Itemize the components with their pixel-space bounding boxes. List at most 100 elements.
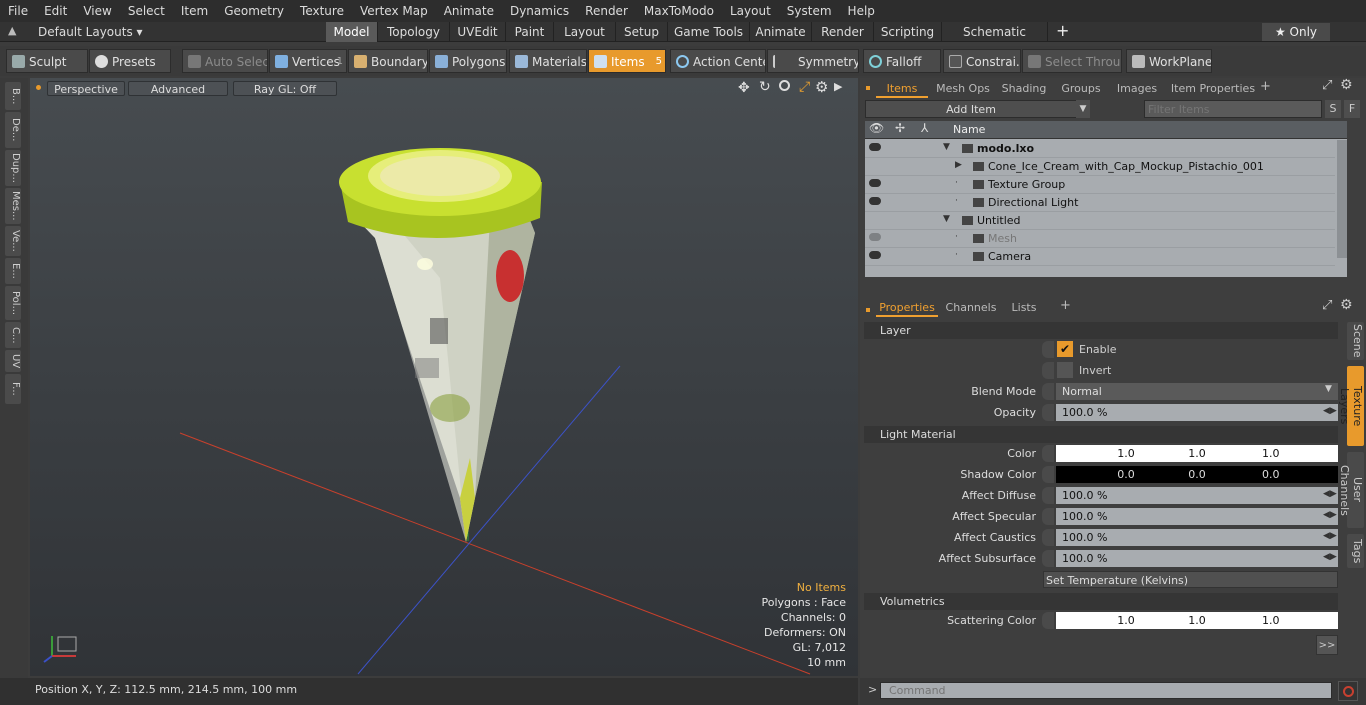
- eye-visible-icon[interactable]: [869, 143, 881, 151]
- eye-hidden-icon[interactable]: [869, 215, 881, 223]
- auto-select-button[interactable]: Auto Select: [182, 49, 268, 73]
- left-tab-uv[interactable]: UV: [5, 350, 21, 372]
- enable-checkbox[interactable]: ✔: [1057, 341, 1073, 357]
- opacity-field[interactable]: 100.0 %: [1056, 404, 1338, 421]
- side-tab-user-channels[interactable]: User Channels: [1338, 452, 1364, 528]
- presets-button[interactable]: Presets: [89, 49, 171, 73]
- add-item-dropdown-icon[interactable]: ▼: [1076, 100, 1090, 118]
- add-panel-tab-icon[interactable]: +: [1260, 79, 1271, 94]
- record-macro-icon[interactable]: [1338, 681, 1358, 701]
- left-tab-fusion[interactable]: F...: [5, 374, 21, 404]
- affect-diffuse-field[interactable]: 100.0 %: [1056, 487, 1338, 504]
- tab-items[interactable]: Items: [876, 80, 928, 98]
- tab-model[interactable]: Model: [326, 22, 378, 42]
- menu-vertex-map[interactable]: Vertex Map: [352, 0, 436, 22]
- menu-dynamics[interactable]: Dynamics: [502, 0, 577, 22]
- tab-render[interactable]: Render: [812, 22, 874, 42]
- menu-help[interactable]: Help: [840, 0, 883, 22]
- affect-subsurface-field[interactable]: 100.0 %: [1056, 550, 1338, 567]
- opacity-slider-icon[interactable]: ◀▶: [1323, 406, 1337, 416]
- filter-items-input[interactable]: [1144, 100, 1322, 118]
- menu-geometry[interactable]: Geometry: [216, 0, 292, 22]
- left-tab-vertex[interactable]: Ve...: [5, 226, 21, 256]
- menu-edit[interactable]: Edit: [36, 0, 75, 22]
- tab-scripting[interactable]: Scripting: [874, 22, 942, 42]
- tree-line-icon[interactable]: ·: [955, 178, 958, 188]
- left-tab-polygon[interactable]: Pol...: [5, 286, 21, 320]
- panel-menu-dot-icon[interactable]: [866, 86, 870, 90]
- item-tree-row[interactable]: · Camera: [865, 248, 1335, 266]
- item-tree-row[interactable]: ▶ Cone_Ice_Cream_with_Cap_Mockup_Pistachi…: [865, 158, 1335, 176]
- tab-topology[interactable]: Topology: [378, 22, 450, 42]
- add-tab-button[interactable]: +: [1056, 22, 1069, 40]
- affect-specular-slider-icon[interactable]: ◀▶: [1323, 510, 1337, 520]
- tab-schematic-fusion[interactable]: Schematic Fusion: [942, 22, 1048, 59]
- constraints-button[interactable]: Constrai...: [943, 49, 1021, 73]
- item-tree-row[interactable]: · Directional Light: [865, 194, 1335, 212]
- color-b[interactable]: 1.0: [1232, 445, 1338, 462]
- shadow-g[interactable]: 0.0: [1162, 466, 1232, 483]
- tab-uvedit[interactable]: UVEdit: [450, 22, 506, 42]
- affect-specular-field[interactable]: 100.0 %: [1056, 508, 1338, 525]
- left-tab-curve[interactable]: C...: [5, 322, 21, 348]
- item-tree-row[interactable]: · Mesh: [865, 230, 1335, 248]
- item-tree-row[interactable]: ▼ modo.lxo: [865, 140, 1335, 158]
- left-tab-edge[interactable]: E...: [5, 258, 21, 284]
- panel-expand-icon[interactable]: ⤢: [1322, 78, 1332, 93]
- item-tree-row[interactable]: · Texture Group: [865, 176, 1335, 194]
- name-column-header[interactable]: Name: [953, 121, 985, 139]
- eye-visible-icon[interactable]: [869, 179, 881, 187]
- tab-paint[interactable]: Paint: [506, 22, 554, 42]
- color-g[interactable]: 1.0: [1162, 445, 1232, 462]
- tab-item-properties[interactable]: Item Properties: [1168, 80, 1258, 98]
- tab-channels[interactable]: Channels: [944, 299, 998, 317]
- scattering-b[interactable]: 1.0: [1232, 612, 1338, 629]
- expand-arrow-icon[interactable]: ▼: [943, 214, 950, 224]
- materials-button[interactable]: Materials: [509, 49, 587, 73]
- eye-hidden-icon[interactable]: [869, 161, 881, 169]
- panel-gear-icon[interactable]: ⚙: [1340, 77, 1353, 93]
- select-through-button[interactable]: Select Through: [1022, 49, 1122, 73]
- tree-line-icon[interactable]: ▶: [955, 160, 962, 170]
- item-tree-row[interactable]: ▼ Untitled: [865, 212, 1335, 230]
- left-tab-basic[interactable]: B...: [5, 82, 21, 110]
- scattering-g[interactable]: 1.0: [1162, 612, 1232, 629]
- 3d-viewport[interactable]: Perspective Advanced Ray GL: Off ✥ ↻ ⤢ ⚙…: [30, 78, 858, 676]
- tab-lists[interactable]: Lists: [1004, 299, 1044, 317]
- tab-animate[interactable]: Animate: [750, 22, 812, 42]
- polygons-button[interactable]: Polygons: [429, 49, 507, 73]
- tree-line-icon[interactable]: ·: [955, 196, 958, 206]
- action-center-button[interactable]: Action Center: [670, 49, 766, 73]
- expand-arrow-icon[interactable]: ▼: [943, 142, 950, 152]
- props-gear-icon[interactable]: ⚙: [1340, 297, 1353, 313]
- items-button[interactable]: Items 5: [588, 49, 666, 73]
- tree-line-icon[interactable]: ·: [955, 250, 958, 260]
- affect-subsurface-slider-icon[interactable]: ◀▶: [1323, 552, 1337, 562]
- collapse-up-icon[interactable]: ▲: [8, 24, 16, 37]
- tab-layout[interactable]: Layout: [554, 22, 616, 42]
- tree-line-icon[interactable]: ·: [955, 232, 958, 242]
- invert-checkbox[interactable]: [1057, 362, 1073, 378]
- props-expand-icon[interactable]: ⤢: [1322, 298, 1332, 313]
- affect-diffuse-slider-icon[interactable]: ◀▶: [1323, 489, 1337, 499]
- left-tab-deform[interactable]: De...: [5, 112, 21, 148]
- menu-render[interactable]: Render: [577, 0, 636, 22]
- visibility-column-icon[interactable]: 👁: [869, 121, 884, 135]
- section-light-material[interactable]: Light Material: [864, 426, 1338, 443]
- tab-setup[interactable]: Setup: [616, 22, 668, 42]
- tab-images[interactable]: Images: [1110, 80, 1164, 98]
- props-menu-dot-icon[interactable]: [866, 308, 870, 312]
- eye-visible-icon[interactable]: [869, 251, 881, 259]
- workplane-button[interactable]: WorkPlane: [1126, 49, 1212, 73]
- menu-animate[interactable]: Animate: [436, 0, 502, 22]
- affect-caustics-slider-icon[interactable]: ◀▶: [1323, 531, 1337, 541]
- type-column-icon[interactable]: ⅄: [921, 121, 928, 135]
- eye-visible-icon[interactable]: [869, 233, 881, 241]
- menu-select[interactable]: Select: [120, 0, 173, 22]
- filter-s-button[interactable]: S: [1325, 100, 1341, 118]
- shadow-b[interactable]: 0.0: [1232, 466, 1338, 483]
- section-layer[interactable]: Layer: [864, 322, 1338, 339]
- add-item-button[interactable]: Add Item: [865, 100, 1077, 118]
- layout-preset-dropdown[interactable]: Default Layouts ▾: [38, 22, 143, 42]
- only-toggle[interactable]: ★ Only: [1262, 23, 1330, 41]
